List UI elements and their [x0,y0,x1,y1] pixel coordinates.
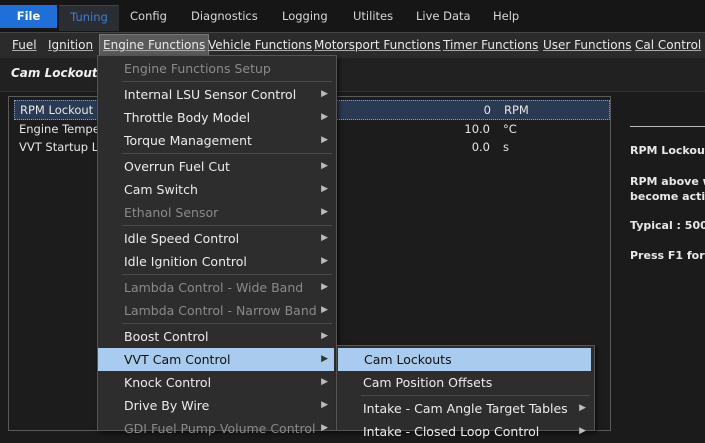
menu-item-label: Torque Management [124,133,252,148]
menu-engine-functions[interactable]: Engine Functions [99,34,210,56]
menu-item-vvt-cam-control[interactable]: VVT Cam Control ▶ [98,348,334,371]
submenu-arrow-icon: ▶ [321,233,328,243]
row-unit: °C [503,122,517,136]
menu-item-cam-position-offsets[interactable]: Cam Position Offsets [337,371,592,394]
menu-vehicle-functions[interactable]: Vehicle Functions [208,36,312,55]
menu-item-drive-by-wire[interactable]: Drive By Wire ▶ [98,394,334,417]
top-tab-bar: File Tuning Config Diagnostics Logging U… [0,0,705,32]
tab-config[interactable]: Config [130,5,167,28]
help-typical: Typical : 500 R [630,219,705,232]
menu-separator [122,323,332,324]
menu-item-throttle-body-model[interactable]: Throttle Body Model ▶ [98,106,334,129]
menu-item-internal-lsu[interactable]: Internal LSU Sensor Control ▶ [98,83,334,106]
help-line: RPM above w [630,175,705,188]
menu-item-intake-closed-loop[interactable]: Intake - Closed Loop Control ▶ [337,420,592,443]
page-title: Cam Lockouts [11,66,105,80]
submenu-arrow-icon: ▶ [321,161,328,171]
menu-item-label: Engine Functions Setup [124,61,271,76]
menu-item-overrun-fuel-cut[interactable]: Overrun Fuel Cut ▶ [98,155,334,178]
menu-item-label: Throttle Body Model [124,110,251,125]
help-divider [630,126,705,127]
menu-item-idle-speed-control[interactable]: Idle Speed Control ▶ [98,227,334,250]
menu-fuel[interactable]: Fuel [12,36,37,55]
row-name: RPM Lockout [20,103,94,117]
menu-ignition[interactable]: Ignition [48,36,93,55]
submenu-arrow-icon: ▶ [321,282,328,292]
menu-timer-functions[interactable]: Timer Functions [443,36,538,55]
menu-item-label: Idle Speed Control [124,231,240,246]
menu-item-label: Lambda Control - Wide Band [124,280,304,295]
submenu-arrow-icon: ▶ [321,256,328,266]
row-value[interactable]: 0.0 [430,138,490,156]
menu-item-knock-control[interactable]: Knock Control ▶ [98,371,334,394]
menu-item-intake-cam-angle-target[interactable]: Intake - Cam Angle Target Tables ▶ [337,397,592,420]
row-name: Engine Temper [19,122,105,136]
tab-logging[interactable]: Logging [282,5,328,28]
menu-item-label: Cam Lockouts [364,352,452,367]
tab-tuning[interactable]: Tuning [59,5,119,31]
menu-item-idle-ignition-control[interactable]: Idle Ignition Control ▶ [98,250,334,273]
row-unit: RPM [504,103,529,117]
menu-motorsport-functions[interactable]: Motorsport Functions [314,36,441,55]
help-press-f1: Press F1 for H [630,249,705,262]
submenu-arrow-icon: ▶ [321,354,328,364]
menu-user-functions[interactable]: User Functions [543,36,631,55]
menu-item-label: Boost Control [124,329,209,344]
submenu-arrow-icon: ▶ [321,184,328,194]
menu-item-ethanol-sensor[interactable]: Ethanol Sensor ▶ [98,201,334,224]
menu-item-torque-management[interactable]: Torque Management ▶ [98,129,334,152]
tab-help[interactable]: Help [493,5,519,28]
submenu-arrow-icon: ▶ [579,426,586,436]
menu-item-label: Cam Position Offsets [363,375,493,390]
menu-item-cam-switch[interactable]: Cam Switch ▶ [98,178,334,201]
row-unit: s [503,140,509,154]
submenu-arrow-icon: ▶ [321,89,328,99]
row-name: VVT Startup Lo [19,140,105,154]
menu-separator [122,153,332,154]
menu-item-label: Intake - Closed Loop Control [363,424,540,439]
menu-item-lambda-wide-band[interactable]: Lambda Control - Wide Band ▶ [98,276,334,299]
help-heading: RPM Lockout [630,144,705,157]
menu-item-label: Intake - Cam Angle Target Tables [363,401,568,416]
tab-utilites[interactable]: Utilites [353,5,393,28]
menu-separator [122,81,332,82]
menu-item-label: Idle Ignition Control [124,254,247,269]
tab-live-data[interactable]: Live Data [416,5,471,28]
submenu-arrow-icon: ▶ [321,331,328,341]
menu-item-label: Cam Switch [124,182,198,197]
menu-separator [122,274,332,275]
menu-cal-control[interactable]: Cal Control [635,36,701,55]
submenu-arrow-icon: ▶ [321,400,328,410]
menu-item-label: Ethanol Sensor [124,205,219,220]
menu-item-label: Knock Control [124,375,212,390]
menu-item-boost-control[interactable]: Boost Control ▶ [98,325,334,348]
menu-item-label: Drive By Wire [124,398,210,413]
submenu-arrow-icon: ▶ [321,305,328,315]
submenu-arrow-icon: ▶ [321,207,328,217]
menu-separator [122,225,332,226]
submenu-arrow-icon: ▶ [579,403,586,413]
menu-item-cam-lockouts[interactable]: Cam Lockouts [338,348,591,371]
row-value[interactable]: 10.0 [430,120,490,138]
menu-item-label: VVT Cam Control [124,352,231,367]
submenu-arrow-icon: ▶ [321,135,328,145]
tab-diagnostics[interactable]: Diagnostics [191,5,258,28]
menu-item-lambda-narrow-band[interactable]: Lambda Control - Narrow Band ▶ [98,299,334,322]
menu-item-label: Internal LSU Sensor Control [124,87,297,102]
submenu-arrow-icon: ▶ [321,112,328,122]
menu-separator [361,395,590,396]
menu-item-engine-functions-setup[interactable]: Engine Functions Setup [98,57,334,80]
tab-file[interactable]: File [0,5,57,28]
help-line: become activ [630,190,705,203]
engine-functions-dropdown: Engine Functions Setup Internal LSU Sens… [97,55,337,436]
vvt-cam-control-submenu: Cam Lockouts Cam Position Offsets Intake… [336,345,595,439]
row-value[interactable]: 0 [431,101,491,119]
menu-item-label: Lambda Control - Narrow Band [124,303,317,318]
menu-item-label: Overrun Fuel Cut [124,159,230,174]
submenu-arrow-icon: ▶ [321,377,328,387]
